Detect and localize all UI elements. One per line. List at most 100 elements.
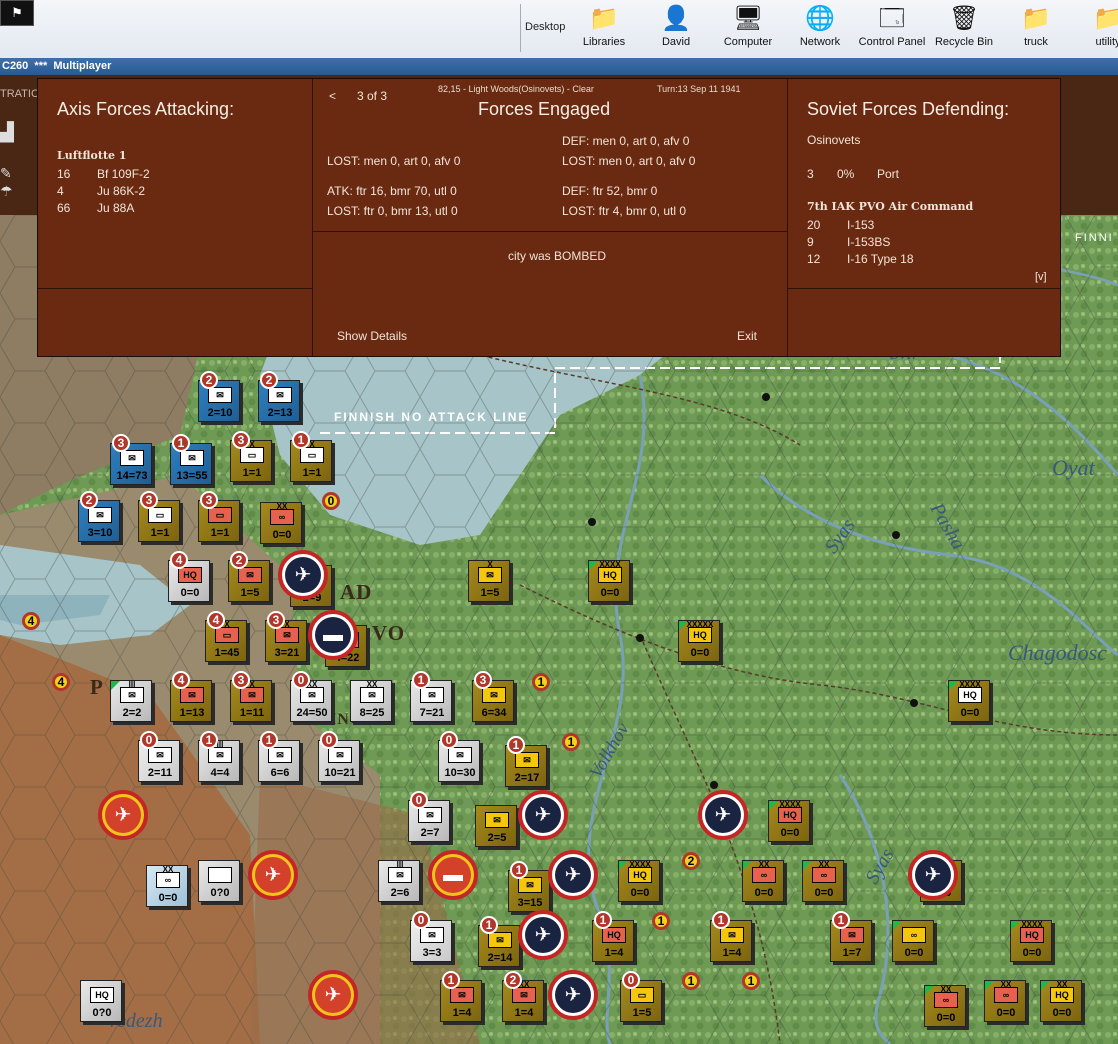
unit-type-symbol: ✉ — [268, 387, 292, 403]
unit-type-symbol: ∞ — [156, 872, 180, 888]
show-details-button[interactable]: Show Details — [337, 329, 407, 343]
soviet-airbase-icon[interactable]: ✈ — [518, 790, 568, 840]
unit-badge: 1 — [510, 861, 528, 879]
map-marker-badge[interactable]: 2 — [682, 852, 700, 870]
soviet-airbase-icon[interactable]: ✈ — [548, 850, 598, 900]
soviet-airbase-icon[interactable]: ✈ — [548, 970, 598, 1020]
unit-counter[interactable]: III ✉ 2=6 — [378, 860, 420, 902]
axis-group-name: Luftflotte 1 — [57, 149, 127, 162]
soviet-airbase-icon[interactable]: ✈ — [698, 790, 748, 840]
desktop-icon-david[interactable]: 👤 David — [635, 4, 717, 48]
unit-strength-label: 0=0 — [936, 1012, 956, 1024]
unit-counter[interactable]: XX ∞ 0=0 — [924, 985, 966, 1027]
unit-badge: 3 — [200, 491, 218, 509]
combat-report-dialog: Axis Forces Attacking: Luftflotte 1 16 Bf… — [37, 78, 1061, 357]
parachute-icon[interactable]: ✎ ☂ — [0, 164, 30, 209]
atk-air-losses: LOST: ftr 0, bmr 13, utl 0 — [327, 204, 458, 218]
soviet-airbase-icon[interactable]: ✈ — [278, 550, 328, 600]
unit-counter[interactable]: III ✉ 2=2 — [110, 680, 152, 722]
unit-badge: 2 — [200, 371, 218, 389]
unit-counter[interactable]: XXXX HQ 0=0 — [948, 680, 990, 722]
axis-airbase-icon[interactable]: ▬ — [428, 850, 478, 900]
soviet-airbase-icon[interactable]: ▬ — [308, 610, 358, 660]
axis-airbase-icon[interactable]: ✈ — [308, 970, 358, 1020]
unit-counter[interactable]: XXXX HQ 0=0 — [588, 560, 630, 602]
unit-counter[interactable]: ✉ 2=5 — [475, 805, 517, 847]
unit-counter[interactable]: XX HQ 0=0 — [1040, 980, 1082, 1022]
unit-type-symbol: HQ — [90, 987, 114, 1003]
unit-badge: 3 — [232, 431, 250, 449]
axis-airbase-icon[interactable]: ✈ — [248, 850, 298, 900]
unit-counter[interactable]: XXXX HQ 0=0 — [618, 860, 660, 902]
map-marker-badge[interactable]: 1 — [742, 972, 760, 990]
desktop-icon-utility[interactable]: 📁 utility — [1067, 4, 1118, 48]
unit-counter[interactable]: XXXX HQ 0=0 — [768, 800, 810, 842]
soviet-unit-type: I-153 — [847, 218, 875, 232]
unit-counter[interactable]: 0?0 — [198, 860, 240, 902]
unit-badge: 0 — [320, 731, 338, 749]
unit-strength-label: 0?0 — [210, 887, 230, 899]
unit-badge: 2 — [504, 971, 522, 989]
map-marker-badge[interactable]: 1 — [682, 972, 700, 990]
unit-counter[interactable]: XXXXX HQ 0=0 — [678, 620, 720, 662]
map-marker-badge[interactable]: 1 — [562, 733, 580, 751]
unit-counter[interactable]: XX ∞ 0=0 — [742, 860, 784, 902]
map-marker-badge[interactable]: 1 — [652, 912, 670, 930]
unit-counter[interactable]: ∞ 0=0 — [892, 920, 934, 962]
unit-badge: 3 — [232, 671, 250, 689]
unit-strength-label: 0?0 — [92, 1007, 112, 1019]
desktop-icon-recycle-bin[interactable]: 🗑 Recycle Bin — [923, 4, 1005, 48]
unit-badge: 1 — [172, 434, 190, 452]
expand-toggle[interactable]: [v] — [1035, 271, 1047, 283]
unit-type-symbol: ✉ — [148, 747, 172, 763]
desktop-icon-network[interactable]: 🌐 Network — [779, 4, 861, 48]
unit-badge: 1 — [712, 911, 730, 929]
unit-type-symbol: ✉ — [388, 867, 412, 883]
desktop-icon-libraries[interactable]: 📁 Libraries — [563, 4, 645, 48]
def-ground-stats: DEF: men 0, art 0, afv 0 — [562, 134, 690, 148]
unit-strength-label: 1=4 — [452, 1007, 472, 1019]
soviet-airbase-icon[interactable]: ✈ — [908, 850, 958, 900]
axis-unit-type: Ju 88A — [97, 201, 135, 215]
unit-counter[interactable]: XXXX HQ 0=0 — [1010, 920, 1052, 962]
unit-counter[interactable]: XX ∞ 0=0 — [802, 860, 844, 902]
unit-badge: 4 — [170, 551, 188, 569]
unit-type-symbol: HQ — [1020, 927, 1044, 943]
desktop-icon-label: David — [661, 36, 691, 48]
city-label-vo: VO — [372, 621, 406, 645]
desktop-icon-truck[interactable]: 📁 truck — [995, 4, 1077, 48]
unit-counter[interactable]: XX ✉ 8=25 — [350, 680, 392, 722]
air-unit-icon: ✈ — [555, 857, 591, 893]
toolbar-mode-label: TRATIC — [0, 88, 39, 100]
unit-counter[interactable]: HQ 0?0 — [80, 980, 122, 1022]
desktop-icon-label: utility — [1095, 36, 1118, 48]
unit-type-symbol: ✉ — [420, 927, 444, 943]
factory-icon[interactable]: ▟ — [0, 122, 18, 148]
desktop-icon-computer[interactable]: 🖥 Computer — [707, 4, 789, 48]
unit-strength-label: 4=4 — [210, 767, 230, 779]
unit-strength-label: 7=21 — [419, 707, 445, 719]
unit-type-symbol: HQ — [1050, 987, 1074, 1003]
axis-airbase-icon[interactable]: ✈ — [98, 790, 148, 840]
exit-button[interactable]: Exit — [737, 329, 757, 343]
unit-counter[interactable]: XX ∞ 0=0 — [984, 980, 1026, 1022]
unit-counter[interactable]: XX ∞ 0=0 — [260, 502, 302, 544]
map-marker-badge[interactable]: 4 — [22, 612, 40, 630]
soviet-airbase-icon[interactable]: ✈ — [518, 910, 568, 960]
map-marker-badge[interactable]: 1 — [532, 673, 550, 691]
unit-counter[interactable]: XX ∞ 0=0 — [146, 865, 188, 907]
app-icon[interactable]: ⚑ — [0, 0, 34, 26]
prev-page-button[interactable]: < — [329, 89, 336, 103]
unit-badge: 0 — [140, 731, 158, 749]
map-marker-badge[interactable]: 0 — [322, 492, 340, 510]
unit-counter[interactable]: X ✉ 1=5 — [468, 560, 510, 602]
desktop-icon-control-panel[interactable]: 🗔 Control Panel — [851, 4, 933, 48]
unit-type-symbol: ✉ — [515, 752, 539, 768]
unit-strength-label: 0=0 — [690, 647, 710, 659]
unit-strength-label: 0=0 — [180, 587, 200, 599]
map-marker-badge[interactable]: 4 — [52, 673, 70, 691]
unit-type-symbol: ✉ — [418, 807, 442, 823]
unit-strength-label: 1=11 — [239, 707, 265, 719]
unit-badge: 1 — [260, 731, 278, 749]
desktop-icon-label: truck — [1024, 36, 1048, 48]
